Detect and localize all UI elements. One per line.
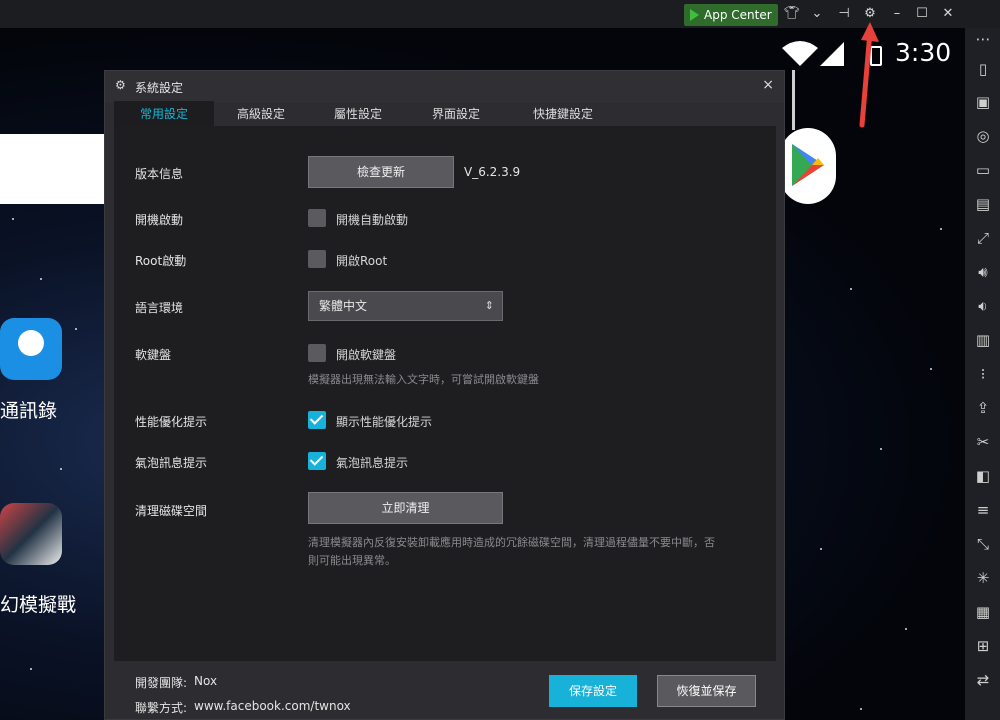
volume-up-icon[interactable]: 🔊︎ [972,261,994,283]
layout-icon[interactable]: ◧ [972,465,994,487]
more-icon[interactable]: ⋯ [972,28,994,50]
restore-and-save-button[interactable]: 恢復並保存 [657,675,756,707]
check-update-button[interactable]: 檢查更新 [308,156,454,188]
keyboard-checkbox-label: 開啟軟鍵盤 [336,348,397,362]
robot-icon[interactable]: ▣ [972,91,994,113]
settings-tabs: 常用設定 高級設定 屬性設定 界面設定 快捷鍵設定 [105,97,784,127]
minimize-icon[interactable]: – [887,4,907,24]
tab-general[interactable]: 常用設定 [114,101,214,127]
swap-icon[interactable]: ⇄ [972,669,994,691]
disk-hint-line2: 則可能出現異常。 [308,554,396,567]
play-store-icon[interactable] [780,128,836,204]
wifi-icon [782,41,818,66]
contacts-app-icon[interactable] [0,318,62,380]
settings-panel: 版本信息 檢查更新 V_6.2.3.9 開機啟動 開機自動啟動 Root啟動 開… [114,126,776,661]
emulator-window: 3:30 通訊錄 幻模擬戰 App Center 👕︎ ⌄ ⊣ ⚙ – ☐ ✕ … [0,0,1000,720]
resize-icon[interactable]: ⤡ [972,533,994,555]
autostart-label: 開機啟動 [135,213,184,227]
game-app-icon[interactable] [0,503,62,565]
perf-label: 性能優化提示 [135,415,208,429]
gear-icon: ⚙ [115,78,126,92]
screen-icon[interactable]: ▭ [972,159,994,181]
bubble-label: 氣泡訊息提示 [135,456,208,470]
clean-now-button[interactable]: 立即清理 [308,492,503,524]
video-icon[interactable]: ▦ [972,601,994,623]
annotation-arrow [859,22,879,128]
bubble-checkbox-label: 氣泡訊息提示 [336,456,409,470]
perf-checkbox-label: 顯示性能優化提示 [336,415,433,429]
shake-icon[interactable]: ▯ [972,58,994,80]
location-icon[interactable]: ◎ [972,125,994,147]
macro-icon[interactable]: ⁝ [972,363,994,385]
upload-icon[interactable]: ⇪ [972,397,994,419]
close-icon[interactable]: ✕ [938,4,958,24]
tab-properties[interactable]: 屬性設定 [320,101,396,127]
dialog-close-button[interactable]: × [762,77,774,93]
settings-dialog: ⚙ 系統設定 × 常用設定 高級設定 屬性設定 界面設定 快捷鍵設定 版本信息 … [104,70,785,720]
bubble-checkbox[interactable] [308,452,326,470]
contact-value[interactable]: www.facebook.com/twnox [194,699,351,713]
status-time: 3:30 [895,38,952,67]
fullscreen-icon[interactable]: ⤢ [972,227,994,249]
volume-down-icon[interactable]: 🔉︎ [972,295,994,317]
root-checkbox-label: 開啟Root [336,254,388,268]
app-banner [0,134,110,204]
signal-icon [820,42,844,66]
shirt-icon[interactable]: 👕︎ [782,4,802,24]
divider [792,70,795,130]
autostart-checkbox[interactable] [308,209,326,227]
keyboard-label: 軟鍵盤 [135,348,172,362]
chevron-down-icon[interactable]: ⌄ [807,4,827,24]
menu-icon[interactable]: ≡ [972,499,994,521]
root-label: Root啟動 [135,254,187,268]
tab-interface[interactable]: 界面設定 [418,101,494,127]
version-value: V_6.2.3.9 [464,165,521,179]
multi-instance-icon[interactable]: ▥ [972,329,994,351]
scissors-icon[interactable]: ✂ [972,431,994,453]
tab-shortcuts[interactable]: 快捷鍵設定 [515,101,611,127]
right-toolbar: ⋯ ▯ ▣ ◎ ▭ ▤ ⤢ 🔊︎ 🔉︎ ▥ ⁝ ⇪ ✂ ◧ ≡ ⤡ ✳ ▦ ⊞ … [965,28,1000,720]
app-center-button[interactable]: App Center [684,4,778,26]
version-label: 版本信息 [135,167,184,181]
language-value: 繁體中文 [319,299,368,313]
chevron-updown-icon: ⇕ [484,299,494,312]
keyboard-hint: 模擬器出現無法輸入文字時，可嘗試開啟軟鍵盤 [308,373,539,386]
tab-advanced[interactable]: 高級設定 [223,101,299,127]
language-label: 語言環境 [135,301,184,315]
disk-hint-line1: 清理模擬器內反復安裝卸載應用時造成的冗餘磁碟空間，清理過程儘量不要中斷，否 [308,536,715,549]
keyboard-checkbox[interactable] [308,344,326,362]
dialog-title: 系統設定 [135,81,184,95]
gamepad-icon[interactable]: ⊞ [972,635,994,657]
perf-checkbox[interactable] [308,411,326,429]
autostart-checkbox-label: 開機自動啟動 [336,213,409,227]
disk-label: 清理磁碟空間 [135,504,208,518]
root-checkbox[interactable] [308,250,326,268]
apk-icon[interactable]: ▤ [972,193,994,215]
contact-label: 聯繫方式: [135,701,188,715]
language-select[interactable]: 繁體中文 ⇕ [308,291,503,321]
maximize-icon[interactable]: ☐ [912,4,932,24]
save-settings-button[interactable]: 保存設定 [549,675,637,707]
team-value: Nox [194,674,218,688]
loading-icon[interactable]: ✳ [972,567,994,589]
team-label: 開發團隊: [135,676,188,690]
contacts-app-label: 通訊錄 [0,400,58,422]
game-app-label: 幻模擬戰 [0,594,77,616]
